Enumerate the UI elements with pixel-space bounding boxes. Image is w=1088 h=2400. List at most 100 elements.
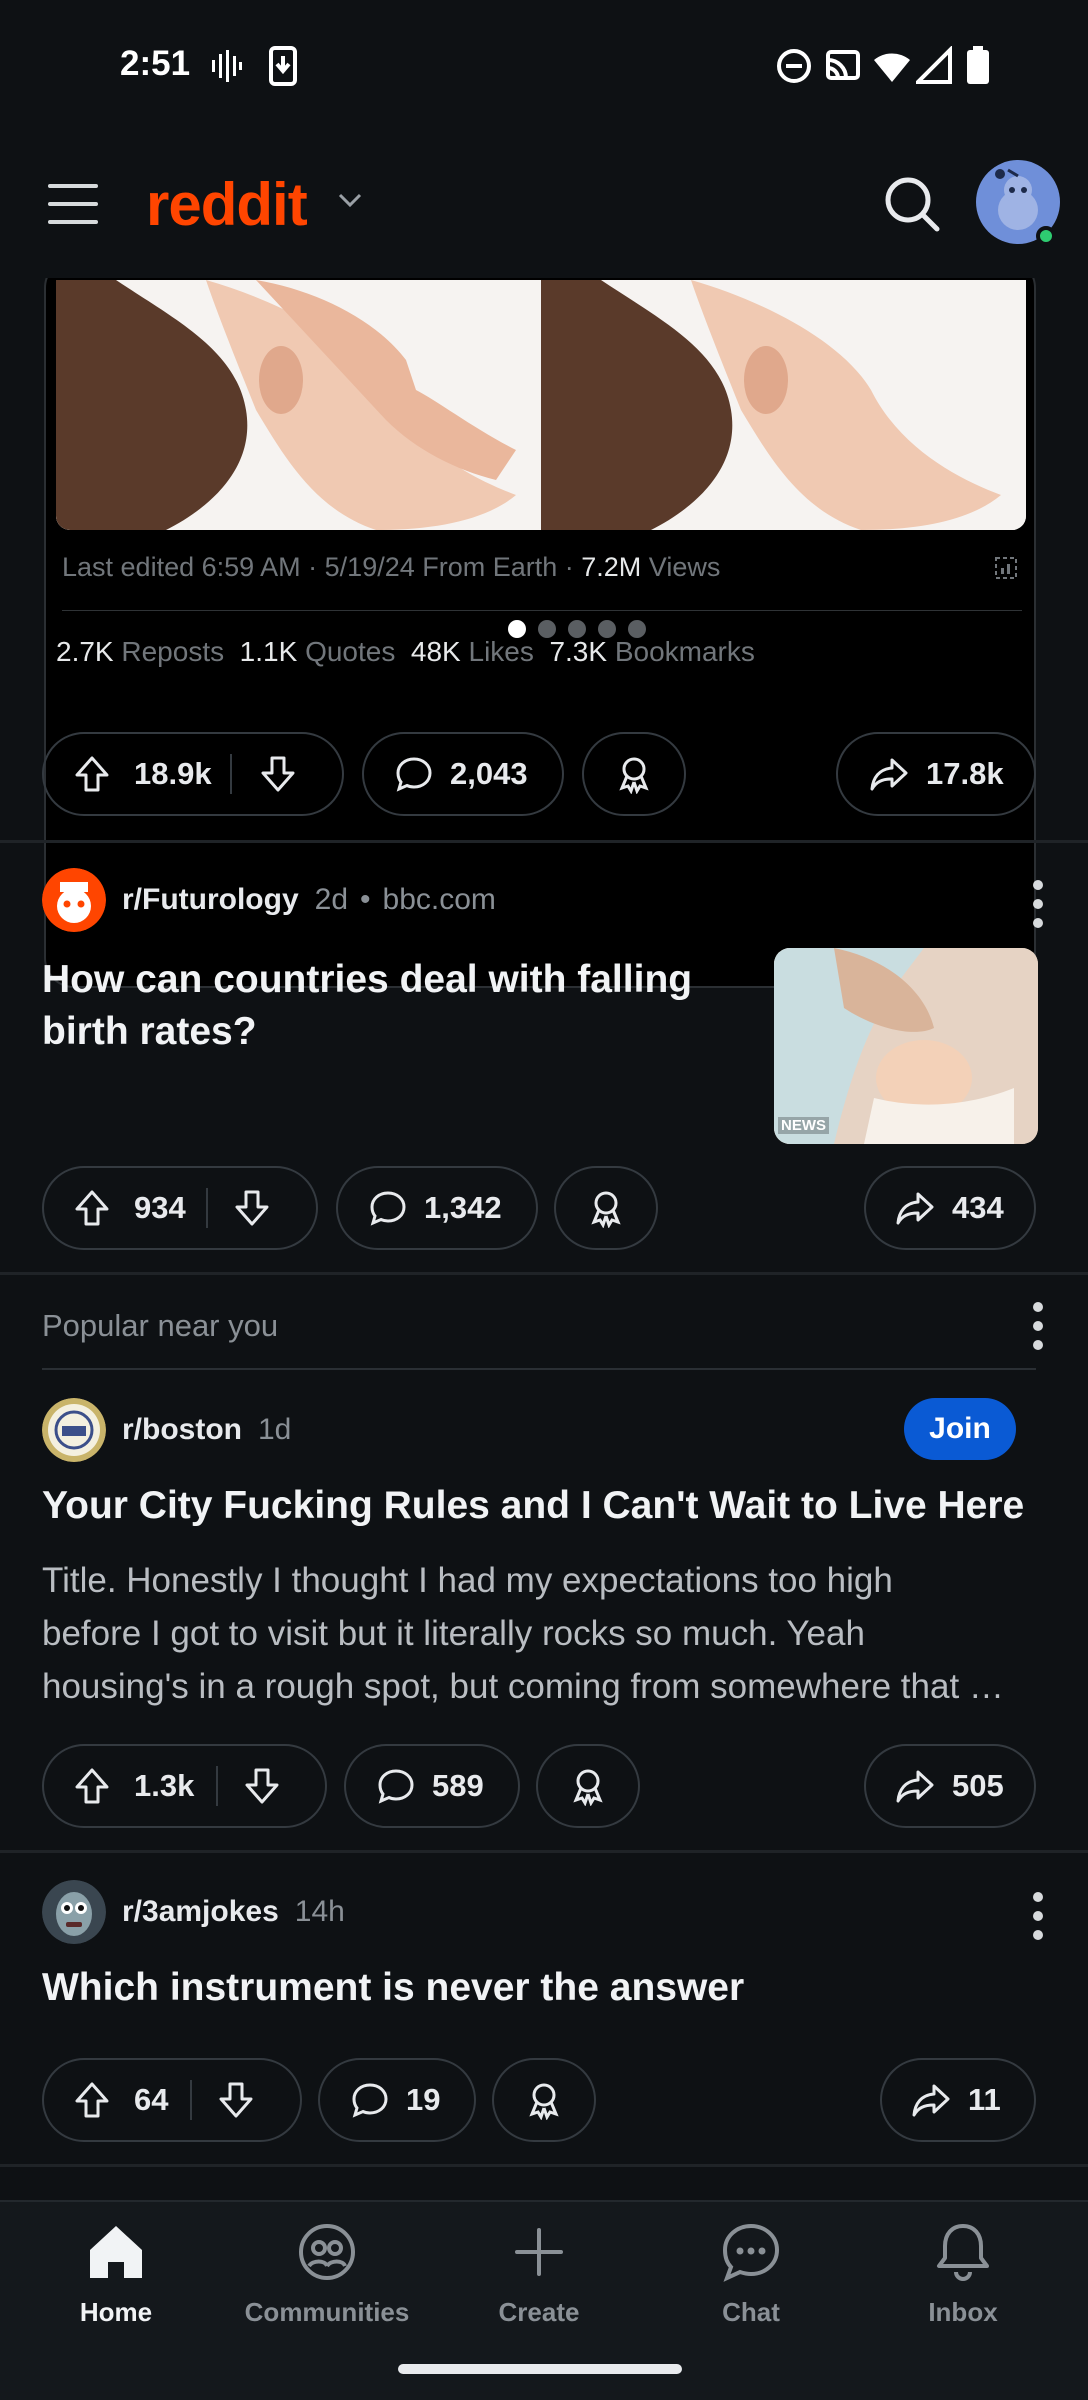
share-icon [896,1192,934,1225]
quotes-label: Quotes [305,636,396,667]
more-options-icon[interactable] [1032,1892,1044,1940]
comments-button[interactable]: 1,342 [336,1166,538,1250]
plus-icon [515,2228,563,2276]
status-time: 2:51 [120,44,191,83]
bookmarks-count: 7.3K [549,636,608,667]
comment-icon [378,1769,414,1804]
post-age: 14h [294,1895,345,1928]
subreddit-name[interactable]: r/Futurology [122,883,299,917]
divider [0,2164,1088,2167]
more-options-icon[interactable] [1032,880,1044,928]
menu-icon[interactable] [48,184,98,224]
nav-home[interactable]: Home [31,2220,201,2328]
comments-button[interactable]: 589 [344,1744,520,1828]
more-options-icon[interactable] [1032,1302,1044,1350]
award-icon [591,1191,621,1228]
upvote-icon[interactable] [72,2080,112,2120]
chevron-down-icon[interactable] [336,190,364,210]
subreddit-name[interactable]: r/3amjokes [122,1895,279,1929]
post-title[interactable]: Which instrument is never the answer [42,1962,744,2014]
post-title-line: How can countries deal with falling [42,958,693,1001]
share-count: 11 [968,2082,1001,2117]
meta-dot: • [360,883,371,916]
join-button[interactable]: Join [904,1398,1016,1460]
upvote-count: 64 [134,2082,169,2117]
vote-pill: 64 [42,2058,302,2142]
post-actions: 1.3k 589 505 [42,1744,1046,1828]
vote-pill: 934 [42,1166,318,1250]
post-actions: 18.9k 2,043 17.8k [42,732,1046,816]
nav-communities[interactable]: Communities [242,2220,412,2328]
post-body[interactable]: Title. Honestly I thought I had my expec… [42,1554,1042,1713]
comment-icon [370,1191,406,1226]
award-icon [529,2083,559,2120]
share-button[interactable]: 434 [864,1166,1036,1250]
comments-button[interactable]: 2,043 [362,732,564,816]
post-title[interactable]: How can countries deal with falling birt… [42,954,692,1058]
home-icon [90,2226,142,2278]
post-title-line: birth rates? [42,1010,257,1053]
comments-button[interactable]: 19 [318,2058,476,2142]
embed-meta: Last edited 6:59 AM · 5/19/24 From Earth… [62,552,720,583]
bell-icon [937,2224,989,2281]
divider [62,610,1022,611]
reddit-logo[interactable]: reddit [146,170,308,239]
downvote-icon[interactable] [232,1188,272,1228]
news-badge: NEWS [778,1117,829,1134]
share-button[interactable]: 17.8k [836,732,1036,816]
subreddit-name[interactable]: r/boston [122,1413,242,1447]
award-button[interactable] [554,1166,658,1250]
nav-label: Create [498,2297,580,2327]
post-body-line: housing's in a rough spot, but coming fr… [42,1667,1004,1706]
comment-count: 1,342 [424,1190,502,1225]
nav-label: Chat [722,2297,780,2327]
downvote-icon[interactable] [216,2080,256,2120]
share-icon [912,2084,950,2117]
post-source[interactable]: bbc.com [383,883,496,917]
status-bar: 2:51 [0,0,1088,130]
award-button[interactable] [582,732,686,816]
likes-label: Likes [468,636,534,667]
upvote-icon[interactable] [72,1188,112,1228]
post-age: 2d [314,883,349,916]
upvote-count: 18.9k [134,756,212,791]
embed-meta-text: Last edited 6:59 AM · 5/19/24 From Earth… [62,552,582,582]
feed[interactable]: Last edited 6:59 AM · 5/19/24 From Earth… [0,278,1088,2200]
comment-count: 2,043 [450,756,528,791]
post-header: r/boston 1d [42,1398,291,1462]
award-button[interactable] [492,2058,596,2142]
upvote-icon[interactable] [72,754,112,794]
gesture-bar[interactable] [398,2364,682,2374]
nav-create[interactable]: Create [454,2220,624,2328]
share-button[interactable]: 11 [880,2058,1036,2142]
subreddit-avatar[interactable] [42,1398,106,1462]
online-indicator [1036,226,1056,246]
comment-count: 19 [406,2082,441,2117]
post-body-line: before I got to visit but it literally r… [42,1614,865,1653]
analytics-icon[interactable] [994,556,1018,580]
signal-icon [916,46,952,84]
share-icon [896,1770,934,1803]
subreddit-avatar[interactable] [42,868,106,932]
post-thumbnail[interactable]: NEWS [774,948,1038,1144]
downvote-icon[interactable] [258,754,298,794]
nav-chat[interactable]: Chat [666,2220,836,2328]
carousel-indicator[interactable] [508,620,646,638]
downvote-icon[interactable] [242,1766,282,1806]
dnd-icon [777,49,811,83]
share-icon [870,758,908,791]
reposts-label: Reposts [121,636,225,667]
award-button[interactable] [536,1744,640,1828]
search-icon[interactable] [880,172,944,236]
award-icon [573,1769,603,1806]
post-header: r/Futurology 2d • bbc.com [42,868,496,932]
subreddit-avatar[interactable] [42,1880,106,1944]
upvote-icon[interactable] [72,1766,112,1806]
post-image[interactable] [56,280,1026,530]
post-title[interactable]: Your City Fucking Rules and I Can't Wait… [42,1480,1024,1532]
cast-icon [826,50,860,80]
vibrate-icon [212,50,242,82]
app-bar: reddit [0,130,1088,278]
share-button[interactable]: 505 [864,1744,1036,1828]
nav-inbox[interactable]: Inbox [878,2220,1048,2328]
